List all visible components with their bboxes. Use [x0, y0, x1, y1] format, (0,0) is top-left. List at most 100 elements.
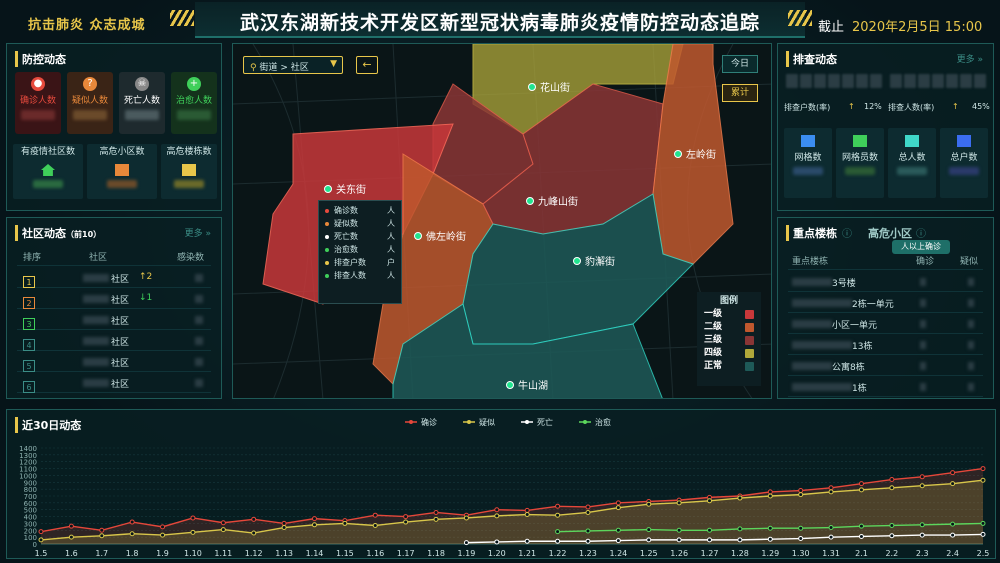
data-point[interactable] — [129, 519, 135, 525]
data-point[interactable] — [676, 500, 682, 506]
data-point[interactable] — [585, 528, 591, 534]
data-point[interactable] — [281, 520, 287, 526]
data-point[interactable] — [615, 538, 621, 544]
data-point[interactable] — [615, 500, 621, 506]
data-point[interactable] — [889, 533, 895, 539]
data-point[interactable] — [707, 527, 713, 533]
data-point[interactable] — [585, 504, 591, 510]
stat-cured[interactable]: + 治愈人数 — [171, 72, 217, 134]
data-point[interactable] — [463, 515, 469, 521]
data-point[interactable] — [615, 505, 621, 511]
table-row[interactable]: 2栋一单元 — [788, 293, 983, 313]
data-point[interactable] — [646, 537, 652, 543]
data-point[interactable] — [68, 534, 74, 540]
data-point[interactable] — [372, 522, 378, 528]
data-point[interactable] — [403, 514, 409, 520]
data-point[interactable] — [707, 498, 713, 504]
data-point[interactable] — [950, 481, 956, 487]
data-point[interactable] — [281, 525, 287, 531]
data-point[interactable] — [919, 474, 925, 480]
district-map[interactable] — [232, 43, 772, 399]
data-point[interactable] — [160, 524, 166, 530]
table-row[interactable]: 5 社区 — [17, 352, 211, 372]
table-row[interactable]: 1栋 — [788, 377, 983, 397]
data-point[interactable] — [828, 525, 834, 531]
data-point[interactable] — [524, 512, 530, 518]
data-point[interactable] — [99, 533, 105, 539]
data-point[interactable] — [980, 466, 986, 472]
more-link[interactable]: 更多 » — [185, 226, 211, 239]
data-point[interactable] — [129, 531, 135, 537]
data-point[interactable] — [919, 532, 925, 538]
data-point[interactable] — [494, 507, 500, 513]
data-point[interactable] — [889, 485, 895, 491]
data-point[interactable] — [676, 537, 682, 543]
stat-death[interactable]: ☠ 死亡人数 — [119, 72, 165, 134]
data-point[interactable] — [463, 540, 469, 546]
back-arrow-icon[interactable]: ← — [356, 56, 378, 74]
data-point[interactable] — [555, 512, 561, 518]
tab-high-risk-estates[interactable]: 高危小区 — [868, 225, 912, 241]
data-point[interactable] — [494, 539, 500, 545]
data-point[interactable] — [767, 493, 773, 499]
data-point[interactable] — [858, 533, 864, 539]
data-point[interactable] — [524, 538, 530, 544]
data-point[interactable] — [767, 489, 773, 495]
data-point[interactable] — [798, 536, 804, 542]
data-point[interactable] — [38, 529, 44, 535]
data-point[interactable] — [220, 520, 226, 526]
data-point[interactable] — [615, 527, 621, 533]
stat-confirmed[interactable]: ● 确诊人数 — [15, 72, 61, 134]
data-point[interactable] — [160, 532, 166, 538]
data-point[interactable] — [919, 483, 925, 489]
table-row[interactable]: 1 社区 ↑2 — [17, 268, 211, 288]
data-point[interactable] — [889, 477, 895, 483]
data-point[interactable] — [433, 509, 439, 515]
data-point[interactable] — [676, 527, 682, 533]
data-point[interactable] — [828, 485, 834, 491]
place-label[interactable]: 豹澥街 — [573, 253, 615, 268]
data-point[interactable] — [737, 495, 743, 501]
data-point[interactable] — [251, 530, 257, 536]
data-point[interactable] — [980, 520, 986, 526]
data-point[interactable] — [889, 522, 895, 528]
data-point[interactable] — [950, 470, 956, 476]
place-label[interactable]: 牛山湖 — [506, 377, 548, 392]
data-point[interactable] — [251, 516, 257, 522]
data-point[interactable] — [798, 492, 804, 498]
data-point[interactable] — [342, 520, 348, 526]
data-point[interactable] — [555, 529, 561, 535]
street-select[interactable]: ⚲ 街道 > 社区 ▼ — [243, 56, 343, 74]
tab-key-buildings[interactable]: 重点楼栋 — [786, 225, 837, 241]
today-button[interactable]: 今日 — [722, 55, 758, 73]
table-row[interactable]: 3号楼 — [788, 272, 983, 292]
data-point[interactable] — [828, 534, 834, 540]
data-point[interactable] — [798, 488, 804, 494]
data-point[interactable] — [828, 489, 834, 495]
table-row[interactable]: 13栋 — [788, 335, 983, 355]
info-icon[interactable]: ⓘ — [842, 225, 852, 240]
data-point[interactable] — [403, 519, 409, 525]
place-label[interactable]: 关东街 — [324, 181, 366, 196]
data-point[interactable] — [38, 537, 44, 543]
table-row[interactable]: 2 社区 ↓1 — [17, 289, 211, 309]
data-point[interactable] — [524, 507, 530, 513]
table-row[interactable]: 小区一单元 — [788, 314, 983, 334]
table-row[interactable]: 4 社区 — [17, 331, 211, 351]
data-point[interactable] — [646, 527, 652, 533]
data-point[interactable] — [707, 537, 713, 543]
data-point[interactable] — [767, 536, 773, 542]
data-point[interactable] — [950, 521, 956, 527]
place-label[interactable]: 九峰山街 — [526, 193, 578, 208]
table-row[interactable]: 3 社区 — [17, 310, 211, 330]
place-label[interactable]: 左岭街 — [674, 146, 716, 161]
data-point[interactable] — [494, 513, 500, 519]
data-point[interactable] — [190, 515, 196, 521]
place-label[interactable]: 花山街 — [528, 79, 570, 94]
data-point[interactable] — [433, 516, 439, 522]
data-point[interactable] — [585, 538, 591, 544]
data-point[interactable] — [858, 481, 864, 487]
data-point[interactable] — [737, 537, 743, 543]
data-point[interactable] — [950, 532, 956, 538]
data-point[interactable] — [919, 522, 925, 528]
